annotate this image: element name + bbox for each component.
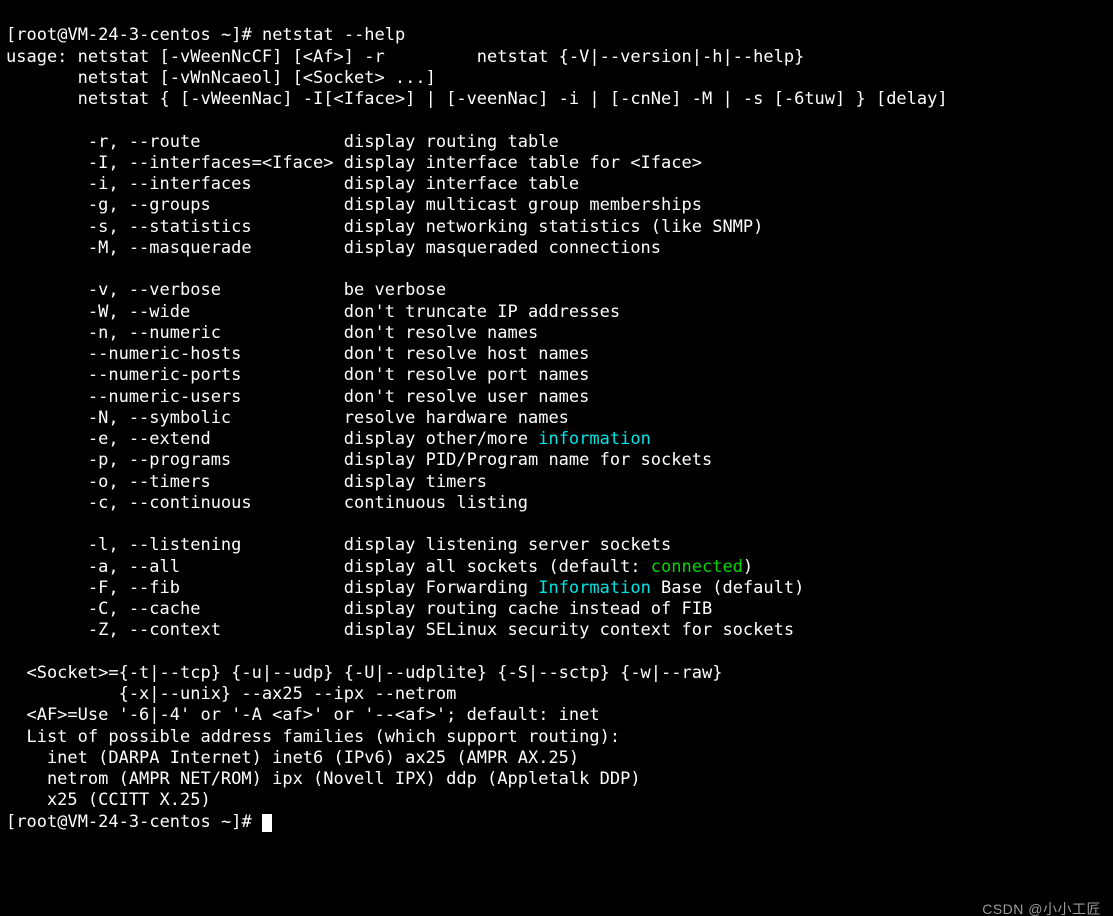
option-line: --numeric-users don't resolve user names [6, 387, 589, 407]
option-line: -W, --wide don't truncate IP addresses [6, 302, 620, 322]
prompt-user: root [16, 25, 57, 45]
prompt-cwd: ~ [211, 812, 231, 832]
highlight-word: information [538, 429, 651, 449]
option-line: -Z, --context display SELinux security c… [6, 620, 794, 640]
usage-line: usage: netstat [-vWeenNcCF] [<Af>] -r ne… [6, 47, 804, 67]
prompt-host: VM-24-3-centos [67, 25, 210, 45]
prompt-line: [root@VM-24-3-centos ~]# netstat --help [6, 25, 405, 45]
option-line: -v, --verbose be verbose [6, 280, 446, 300]
footer-line: <Socket>={-t|--tcp} {-u|--udp} {-U|--udp… [6, 663, 722, 683]
prompt-user: root [16, 812, 57, 832]
prompt-cwd: ~ [211, 25, 231, 45]
option-line: -l, --listening display listening server… [6, 535, 671, 555]
watermark-text: CSDN @小小工匠 [982, 901, 1101, 916]
prompt-host: VM-24-3-centos [67, 812, 210, 832]
option-line: -C, --cache display routing cache instea… [6, 599, 712, 619]
option-line: -M, --masquerade display masqueraded con… [6, 238, 661, 258]
prompt-line[interactable]: [root@VM-24-3-centos ~]# [6, 812, 272, 832]
at-sign: @ [57, 812, 67, 832]
footer-line: {-x|--unix} --ax25 --ipx --netrom [6, 684, 456, 704]
cursor-icon [262, 814, 272, 832]
footer-line: List of possible address families (which… [6, 727, 620, 747]
footer-line: netrom (AMPR NET/ROM) ipx (Novell IPX) d… [6, 769, 641, 789]
footer-line: x25 (CCITT X.25) [6, 790, 211, 810]
option-line: -c, --continuous continuous listing [6, 493, 528, 513]
footer-line: <AF>=Use '-6|-4' or '-A <af>' or '--<af>… [6, 705, 600, 725]
usage-line: netstat { [-vWeenNac] -I[<Iface>] | [-ve… [6, 89, 948, 109]
option-line: -I, --interfaces=<Iface> display interfa… [6, 153, 702, 173]
at-sign: @ [57, 25, 67, 45]
option-line: -p, --programs display PID/Program name … [6, 450, 712, 470]
usage-line: netstat [-vWnNcaeol] [<Socket> ...] [6, 68, 436, 88]
option-line: -g, --groups display multicast group mem… [6, 195, 702, 215]
bracket-open: [ [6, 25, 16, 45]
option-line: -F, --fib display Forwarding Information… [6, 578, 804, 598]
bracket-open: [ [6, 812, 16, 832]
option-line: -N, --symbolic resolve hardware names [6, 408, 569, 428]
bracket-close: ]# [231, 812, 262, 832]
option-line: -e, --extend display other/more informat… [6, 429, 651, 449]
option-line: --numeric-hosts don't resolve host names [6, 344, 589, 364]
option-line: -n, --numeric don't resolve names [6, 323, 538, 343]
command-text: netstat --help [262, 25, 405, 45]
highlight-word: Information [538, 578, 651, 598]
option-line: -s, --statistics display networking stat… [6, 217, 763, 237]
highlight-word: connected [651, 557, 743, 577]
option-line: -r, --route display routing table [6, 132, 559, 152]
bracket-close: ]# [231, 25, 262, 45]
option-line: -i, --interfaces display interface table [6, 174, 579, 194]
terminal-output[interactable]: [root@VM-24-3-centos ~]# netstat --help … [0, 0, 1113, 916]
option-line: --numeric-ports don't resolve port names [6, 365, 589, 385]
option-line: -o, --timers display timers [6, 472, 487, 492]
option-line: -a, --all display all sockets (default: … [6, 557, 753, 577]
footer-line: inet (DARPA Internet) inet6 (IPv6) ax25 … [6, 748, 579, 768]
